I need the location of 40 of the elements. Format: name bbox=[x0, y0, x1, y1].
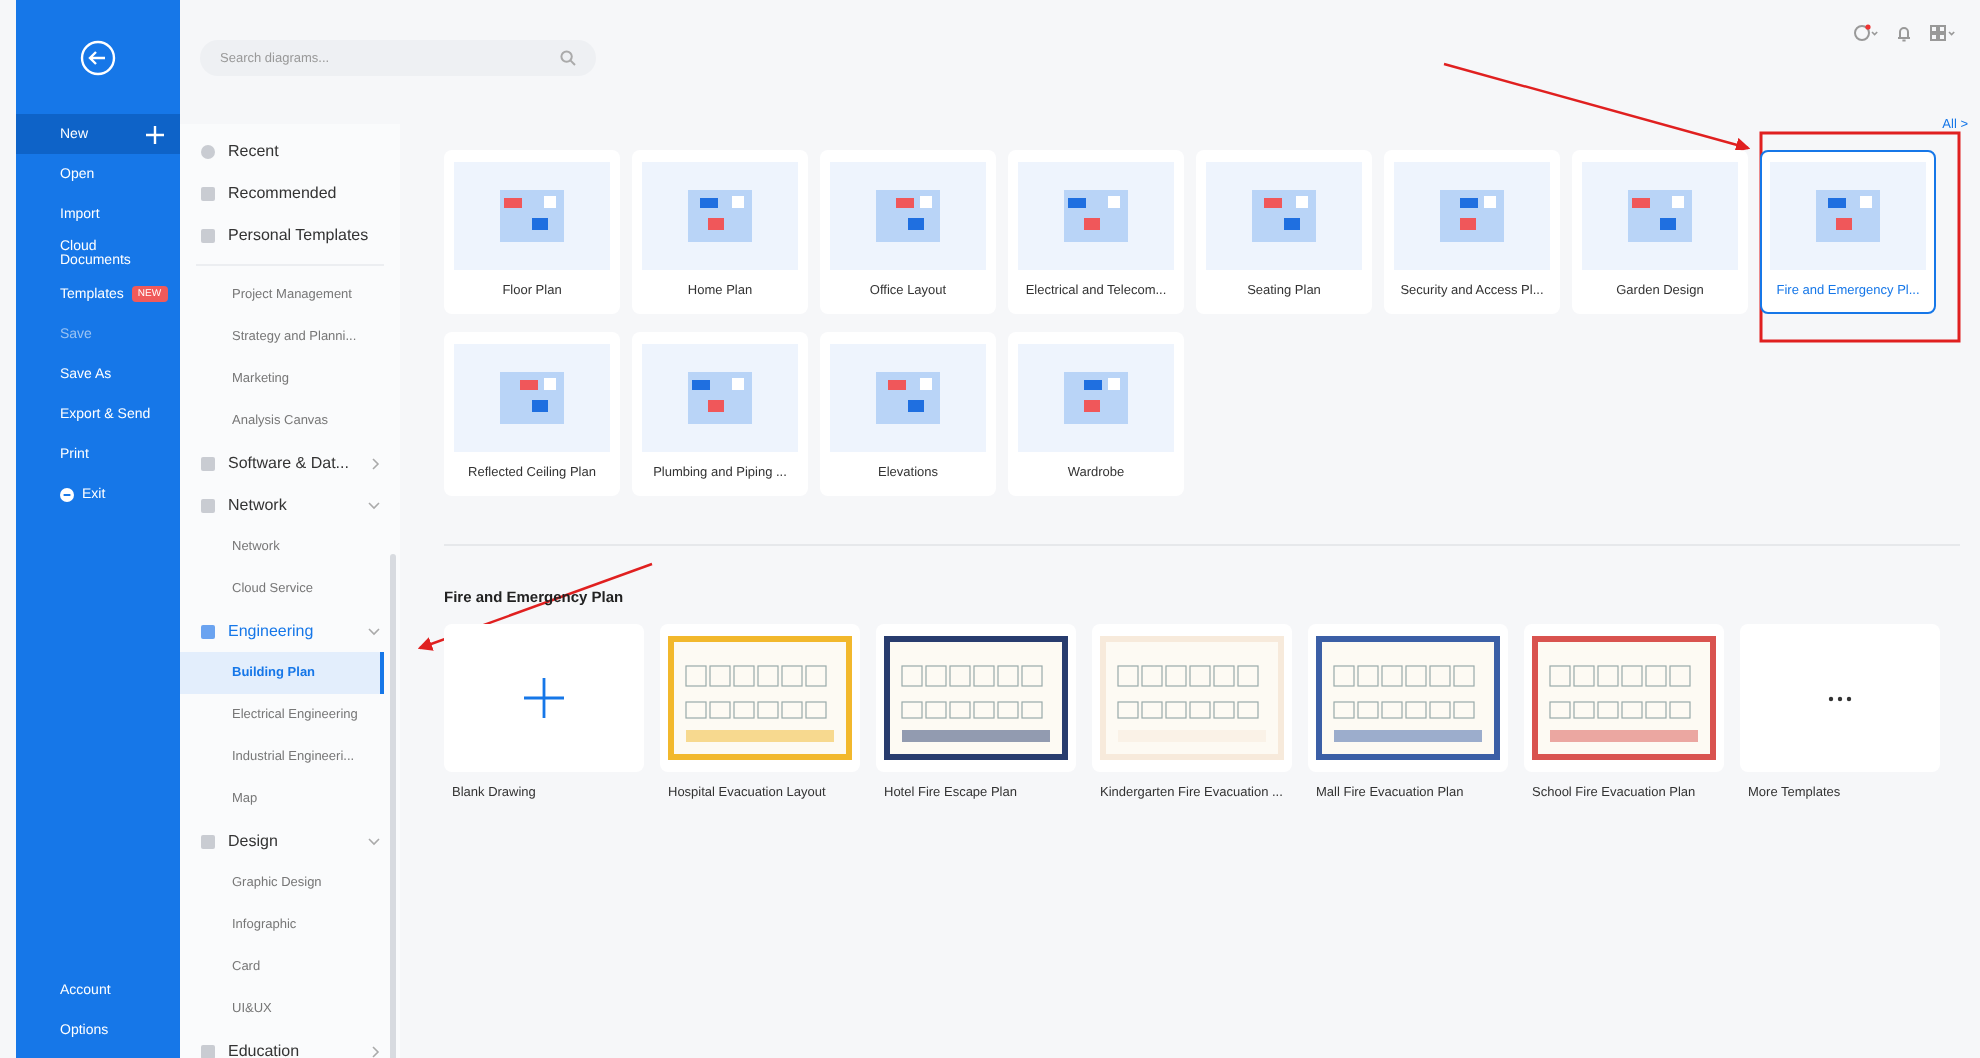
category-icon bbox=[200, 497, 216, 513]
floor-plan-icon bbox=[872, 186, 944, 246]
back-icon[interactable] bbox=[80, 39, 116, 75]
floor-plan-icon bbox=[1060, 368, 1132, 428]
scrollbar[interactable] bbox=[390, 554, 396, 1058]
floor-plan-icon bbox=[1248, 186, 1320, 246]
category-item[interactable]: Network bbox=[180, 484, 400, 526]
category-item[interactable]: Design bbox=[180, 820, 400, 862]
chevron-right-icon bbox=[372, 1045, 380, 1057]
nav-item[interactable]: Personal Templates bbox=[180, 214, 400, 256]
category-icon bbox=[200, 455, 216, 471]
search-icon bbox=[560, 50, 576, 66]
floor-plan-icon bbox=[1624, 186, 1696, 246]
floor-plan-icon bbox=[872, 368, 944, 428]
more-icon bbox=[1828, 695, 1852, 701]
chevron-right-icon bbox=[372, 457, 380, 469]
apps-icon[interactable] bbox=[1930, 24, 1956, 42]
floor-plan-icon bbox=[684, 186, 756, 246]
floor-plan-icon bbox=[496, 186, 568, 246]
nav-item[interactable]: Recent bbox=[180, 130, 400, 172]
category-item[interactable]: Software & Dat... bbox=[180, 442, 400, 484]
chevron-down-icon bbox=[368, 627, 380, 635]
plus-icon bbox=[146, 125, 164, 143]
bell-icon[interactable] bbox=[1896, 24, 1912, 42]
help-icon[interactable] bbox=[1854, 24, 1878, 42]
nav-item[interactable]: Recommended bbox=[180, 172, 400, 214]
chevron-down-icon bbox=[368, 837, 380, 845]
floor-plan-icon bbox=[1060, 186, 1132, 246]
category-icon bbox=[200, 1043, 216, 1058]
category-icon bbox=[200, 623, 216, 639]
exit-icon bbox=[60, 487, 74, 501]
floor-plan-icon bbox=[496, 368, 568, 428]
floor-plan-icon bbox=[1812, 186, 1884, 246]
plus-icon bbox=[524, 678, 564, 718]
category-icon bbox=[200, 833, 216, 849]
chevron-down-icon bbox=[368, 501, 380, 509]
floor-plan-icon bbox=[1436, 186, 1508, 246]
floor-plan-icon bbox=[684, 368, 756, 428]
category-item[interactable]: Engineering bbox=[180, 610, 400, 652]
category-item[interactable]: Education bbox=[180, 1030, 400, 1058]
